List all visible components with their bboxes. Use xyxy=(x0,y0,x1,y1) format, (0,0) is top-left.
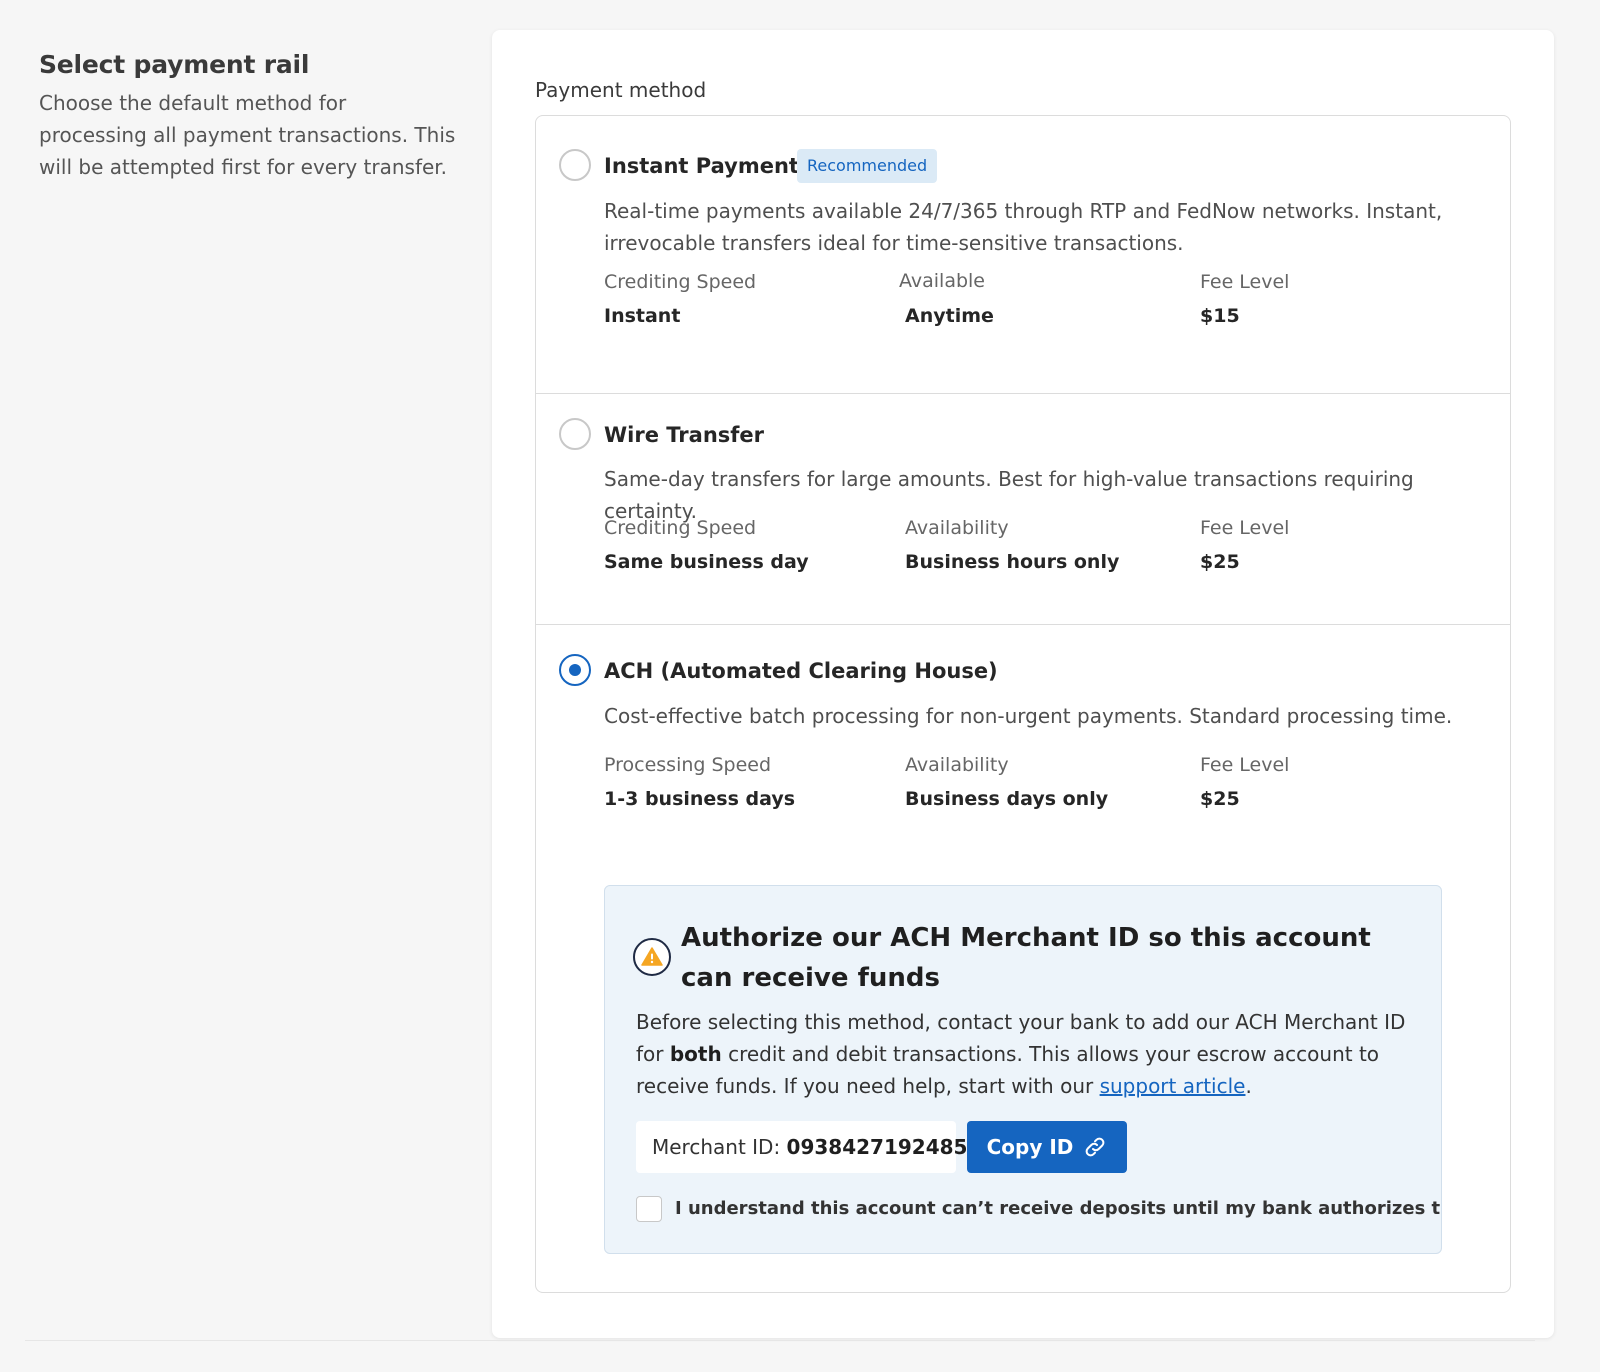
meta-value: $25 xyxy=(1200,788,1240,810)
meta-label: Available xyxy=(899,270,986,292)
meta-label: Fee Level xyxy=(1200,271,1290,293)
meta-label: Processing Speed xyxy=(604,754,772,776)
meta-value: Instant xyxy=(604,305,681,327)
merchant-id-label: Merchant ID: xyxy=(652,1135,781,1159)
option-wire-transfer[interactable]: Wire Transfer Same-day transfers for lar… xyxy=(536,394,1510,625)
meta-label: Crediting Speed xyxy=(604,517,757,539)
divider xyxy=(25,1340,1535,1341)
section-description: Choose the default method for processing… xyxy=(39,91,456,179)
option-title: Instant Payments xyxy=(604,154,812,178)
merchant-id-value: 093842719248511 xyxy=(786,1135,996,1159)
meta-label: Crediting Speed xyxy=(604,271,757,293)
meta-value: 1-3 business days xyxy=(604,788,796,810)
meta-value: Same business day xyxy=(604,551,809,573)
copy-id-label: Copy ID xyxy=(986,1135,1074,1159)
option-title: ACH (Automated Clearing House) xyxy=(604,659,998,683)
option-title: Wire Transfer xyxy=(604,423,765,447)
meta-label: Availability xyxy=(905,754,1009,776)
radio-wire-transfer[interactable] xyxy=(559,418,591,450)
intro-section: Select payment rail Choose the default m… xyxy=(39,50,459,183)
option-description: Cost-effective batch processing for non-… xyxy=(604,704,1453,728)
support-article-link[interactable]: support article xyxy=(1100,1074,1246,1098)
meta-value: Business hours only xyxy=(905,551,1120,573)
meta-value: $25 xyxy=(1200,551,1240,573)
alert-body: Before selecting this method, contact yo… xyxy=(636,1006,1416,1102)
option-instant-payments[interactable]: Instant Payments Recommended Real-time p… xyxy=(536,116,1510,394)
alert-body-text: credit and debit transactions. This allo… xyxy=(636,1042,1380,1098)
recommended-badge: Recommended xyxy=(797,149,938,183)
meta-value: $15 xyxy=(1200,305,1240,327)
ach-authorization-alert: Authorize our ACH Merchant ID so this ac… xyxy=(604,885,1442,1254)
radio-instant-payments[interactable] xyxy=(559,149,591,181)
payment-card: Payment method Instant Payments Recommen… xyxy=(492,30,1554,1338)
merchant-id-field: Merchant ID: 093842719248511 xyxy=(636,1121,995,1173)
link-icon xyxy=(1086,1137,1105,1157)
alert-body-bold: both xyxy=(669,1042,722,1066)
meta-value: Anytime xyxy=(905,305,994,327)
warning-icon xyxy=(633,938,671,976)
meta-value: Business days only xyxy=(905,788,1109,810)
alert-title: Authorize our ACH Merchant ID so this ac… xyxy=(681,923,1371,993)
meta-label: Availability xyxy=(905,517,1009,539)
copy-id-button[interactable]: Copy ID xyxy=(967,1121,1127,1173)
payment-method-label: Payment method xyxy=(535,78,707,102)
payment-option-group: Instant Payments Recommended Real-time p… xyxy=(535,115,1511,1293)
meta-label: Fee Level xyxy=(1200,517,1290,539)
meta-label: Fee Level xyxy=(1200,754,1290,776)
acknowledge-checkbox[interactable] xyxy=(636,1196,662,1222)
section-title: Select payment rail xyxy=(39,50,310,79)
alert-body-text: . xyxy=(1245,1074,1252,1098)
option-description: Real-time payments available 24/7/365 th… xyxy=(604,199,1443,255)
acknowledge-label[interactable]: I understand this account can’t receive … xyxy=(675,1196,1441,1222)
option-ach[interactable]: ACH (Automated Clearing House) Cost-effe… xyxy=(536,625,1510,1292)
radio-ach[interactable] xyxy=(559,654,591,686)
